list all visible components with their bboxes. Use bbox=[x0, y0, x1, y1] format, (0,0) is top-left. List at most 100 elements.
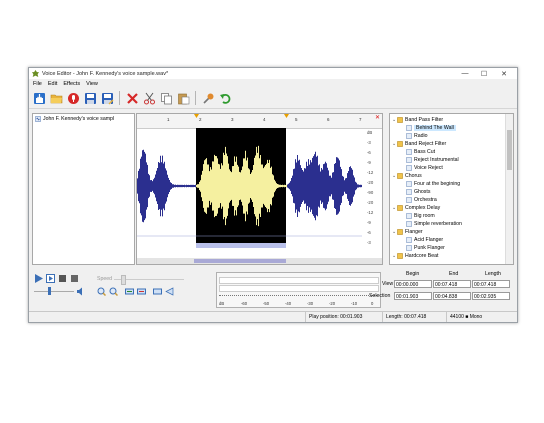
effect-group[interactable]: ⌄ Band Reject Filter bbox=[392, 140, 446, 148]
effect-label: Acid Flanger bbox=[414, 237, 444, 243]
app-logo-icon bbox=[32, 70, 39, 77]
selection-end-marker-icon[interactable] bbox=[284, 114, 289, 119]
waveform-scrollbar[interactable] bbox=[137, 258, 382, 264]
effect-label: Orchestra bbox=[414, 197, 437, 203]
ruler-label: 7 bbox=[359, 117, 362, 122]
pause-button[interactable] bbox=[70, 274, 79, 283]
effect-label: Reject Instrumental bbox=[414, 157, 459, 163]
effects-scrollbar[interactable] bbox=[505, 114, 513, 264]
effect-item[interactable]: Punk Flanger bbox=[406, 244, 445, 252]
selection-start-marker-icon[interactable] bbox=[194, 114, 199, 119]
selection-length-field[interactable]: 00:02.935 bbox=[472, 292, 510, 300]
save-button[interactable] bbox=[83, 91, 97, 105]
save-as-button[interactable] bbox=[100, 91, 114, 105]
waveform[interactable] bbox=[137, 128, 382, 258]
zoom-in-button[interactable] bbox=[97, 287, 106, 296]
play-loop-button[interactable] bbox=[46, 274, 55, 283]
db-label: -6 bbox=[367, 150, 371, 155]
delete-button[interactable] bbox=[125, 91, 139, 105]
pause-icon bbox=[71, 275, 78, 282]
zoom-out-button[interactable] bbox=[109, 287, 118, 296]
file-list-panel[interactable]: John F. Kennedy's voice sampl bbox=[32, 113, 135, 265]
open-button[interactable] bbox=[49, 91, 63, 105]
maximize-button[interactable]: ☐ bbox=[476, 68, 492, 79]
record-button[interactable] bbox=[66, 91, 80, 105]
play-loop-icon bbox=[46, 274, 55, 283]
menu-edit[interactable]: Edit bbox=[48, 81, 57, 87]
stop-button[interactable] bbox=[58, 274, 67, 283]
zoom-all-button[interactable] bbox=[137, 287, 146, 296]
menu-effects[interactable]: Effects bbox=[63, 81, 80, 87]
zoom-previous-button[interactable] bbox=[165, 287, 174, 296]
cut-button[interactable] bbox=[142, 91, 156, 105]
effect-item[interactable]: Four at the begining bbox=[406, 180, 460, 188]
effect-item[interactable]: Big room bbox=[406, 212, 435, 220]
effect-item[interactable]: Acid Flanger bbox=[406, 236, 443, 244]
zoom-fit-button[interactable] bbox=[153, 287, 162, 296]
effect-label: Band Pass Filter bbox=[405, 117, 444, 123]
volume-slider-thumb[interactable] bbox=[48, 287, 51, 295]
selection-range-bar bbox=[196, 243, 286, 248]
file-item[interactable]: John F. Kennedy's voice sampl bbox=[35, 115, 134, 123]
waveform-scroll-thumb[interactable] bbox=[194, 259, 286, 263]
menu-view[interactable]: View bbox=[86, 81, 98, 87]
effect-group[interactable]: ⌄ Complex Delay bbox=[392, 204, 440, 212]
ruler-label: 2 bbox=[199, 117, 202, 122]
effects-tree[interactable]: ⌄ Band Pass Filter Behind The Wall Radio ⌄ Ba… bbox=[389, 113, 514, 265]
close-wave-icon[interactable]: ✕ bbox=[375, 114, 380, 121]
zoom-selection-button[interactable] bbox=[125, 287, 134, 296]
play-icon bbox=[35, 274, 43, 283]
menu-file[interactable]: File bbox=[33, 81, 42, 87]
view-end-field[interactable]: 00:07.418 bbox=[433, 280, 471, 288]
effect-group[interactable]: ⌄ Hardcore Beat bbox=[392, 252, 438, 260]
selection-end-field[interactable]: 00:04.838 bbox=[433, 292, 471, 300]
microphone-button[interactable] bbox=[201, 91, 215, 105]
effect-group[interactable]: ⌄ Band Pass Filter bbox=[392, 116, 443, 124]
copy-button[interactable] bbox=[159, 91, 173, 105]
meter-label: -60 bbox=[241, 301, 248, 306]
save-icon bbox=[84, 92, 96, 104]
effect-item[interactable]: Voice Reject bbox=[406, 164, 443, 172]
view-begin-field[interactable]: 00:00.000 bbox=[394, 280, 432, 288]
speed-slider-thumb[interactable] bbox=[121, 275, 126, 285]
effect-label: Radio bbox=[414, 133, 428, 139]
mute-button[interactable] bbox=[76, 287, 85, 296]
effect-item[interactable]: Radio bbox=[406, 132, 428, 140]
effect-item[interactable]: Simple reverberation bbox=[406, 220, 462, 228]
close-button[interactable]: ✕ bbox=[496, 68, 512, 79]
right-channel-bar bbox=[219, 285, 379, 292]
copy-icon bbox=[160, 92, 172, 104]
effect-item[interactable]: Orchestra bbox=[406, 196, 437, 204]
effect-group[interactable]: ⌄ Chorus bbox=[392, 172, 422, 180]
cut-icon bbox=[143, 92, 155, 104]
effect-file-icon bbox=[406, 245, 412, 251]
audio-file-icon bbox=[35, 116, 41, 122]
zoom-selection-icon bbox=[125, 288, 134, 295]
zoom-out-icon bbox=[109, 287, 118, 296]
effect-file-icon bbox=[406, 125, 412, 131]
import-button[interactable] bbox=[32, 91, 46, 105]
save-as-icon bbox=[101, 92, 113, 104]
effects-scroll-thumb[interactable] bbox=[507, 130, 512, 170]
effect-item[interactable]: Behind The Wall bbox=[406, 124, 456, 132]
paste-button[interactable] bbox=[176, 91, 190, 105]
effect-group[interactable]: ⌄ Flanger bbox=[392, 228, 423, 236]
effect-file-icon bbox=[406, 149, 412, 155]
waveform-panel[interactable]: 1 2 3 4 5 6 7 ✕ dB -3 -6 -9 -12 -20 -90 … bbox=[136, 113, 383, 265]
effect-item[interactable]: Reject Instrumental bbox=[406, 156, 459, 164]
view-length-field[interactable]: 00:07.418 bbox=[472, 280, 510, 288]
undo-button[interactable] bbox=[218, 91, 232, 105]
effect-item[interactable]: Bass Cut bbox=[406, 148, 435, 156]
minimize-button[interactable]: — bbox=[457, 68, 473, 79]
meter-label: -30 bbox=[307, 301, 314, 306]
effect-label: Simple reverberation bbox=[414, 221, 462, 227]
effect-label: Four at the begining bbox=[414, 181, 461, 187]
zoom-fit-icon bbox=[153, 288, 162, 295]
length-header: Length bbox=[485, 271, 501, 277]
status-empty bbox=[29, 312, 232, 322]
effect-item[interactable]: Ghosts bbox=[406, 188, 430, 196]
selection-begin-field[interactable]: 00:01.903 bbox=[394, 292, 432, 300]
volume-slider[interactable] bbox=[34, 291, 74, 292]
effect-label: Flanger bbox=[405, 229, 423, 235]
play-button[interactable] bbox=[34, 274, 43, 283]
